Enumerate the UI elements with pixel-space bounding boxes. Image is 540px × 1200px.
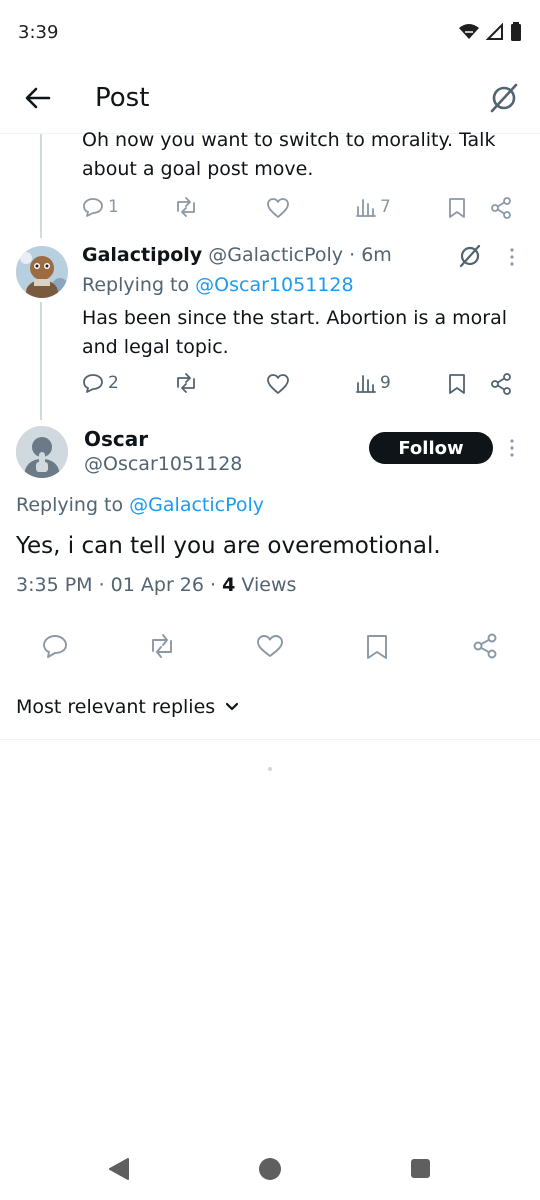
- mention-link[interactable]: @GalacticPoly: [129, 494, 264, 516]
- bookmark-icon: [449, 198, 465, 218]
- replying-prefix: Replying to: [82, 274, 190, 296]
- page-title: Post: [95, 83, 150, 113]
- avatar[interactable]: [16, 246, 68, 298]
- section-divider: [0, 739, 540, 740]
- thread-line: [40, 134, 42, 238]
- more-vertical-icon: [510, 439, 514, 457]
- like-button[interactable]: [266, 197, 290, 219]
- loading-indicator: [268, 767, 272, 771]
- repost-button[interactable]: [174, 373, 198, 393]
- replying-to: Replying to @GalacticPoly: [16, 494, 264, 516]
- post-meta: 3:35 PM · 01 Apr 26 · 4 Views: [16, 574, 296, 596]
- comment-icon: [83, 198, 103, 217]
- views-count: 9: [380, 373, 391, 393]
- share-icon: [491, 373, 511, 395]
- share-icon: [473, 633, 497, 659]
- reply-text: Has been since the start. Abortion is a …: [82, 307, 508, 358]
- heart-icon: [267, 374, 289, 394]
- views-button[interactable]: 7: [356, 197, 391, 217]
- replying-prefix: Replying to: [16, 494, 124, 516]
- more-vertical-icon: [510, 248, 514, 266]
- nav-home-button[interactable]: [259, 1158, 281, 1180]
- replying-to: Replying to @Oscar1051128: [82, 274, 354, 296]
- bookmark-icon: [367, 635, 387, 659]
- chevron-down-icon: [226, 702, 239, 711]
- post-timestamp: 3:35 PM · 01 Apr 26 ·: [16, 574, 217, 596]
- signal-icon: [486, 23, 504, 41]
- grok-icon: [459, 244, 481, 268]
- reply-sort-dropdown[interactable]: Most relevant replies: [16, 696, 239, 718]
- views-count: 4: [222, 574, 236, 596]
- share-button[interactable]: [490, 373, 512, 395]
- battery-icon: [510, 22, 522, 42]
- like-button[interactable]: [266, 373, 290, 395]
- analytics-icon: [356, 375, 376, 393]
- triangle-back-icon: [109, 1158, 129, 1180]
- repost-icon: [177, 197, 195, 217]
- nav-back-button[interactable]: [108, 1157, 130, 1181]
- views-count: 7: [380, 197, 391, 217]
- share-button[interactable]: [490, 197, 512, 219]
- reply-count: 2: [108, 373, 119, 393]
- thread-line: [40, 302, 42, 420]
- repost-icon: [152, 634, 172, 658]
- comment-icon: [43, 635, 67, 658]
- share-button[interactable]: [472, 633, 498, 659]
- reply-button[interactable]: [42, 634, 68, 658]
- back-button[interactable]: [20, 80, 56, 116]
- more-options-button[interactable]: [508, 438, 516, 458]
- analytics-icon: [356, 199, 376, 217]
- author-name[interactable]: Galactipoly: [82, 244, 202, 266]
- sort-label: Most relevant replies: [16, 696, 216, 718]
- wifi-icon: [458, 23, 480, 41]
- grok-icon: [490, 83, 518, 113]
- status-time: 3:39: [18, 22, 59, 43]
- heart-icon: [257, 635, 283, 657]
- arrow-left-icon: [25, 87, 51, 109]
- repost-button[interactable]: [174, 197, 198, 217]
- like-button[interactable]: [256, 634, 284, 658]
- bookmark-button[interactable]: [366, 634, 388, 660]
- views-button[interactable]: 9: [356, 373, 391, 393]
- repost-icon: [177, 373, 195, 393]
- repost-button[interactable]: [148, 634, 176, 658]
- reply-count: 1: [108, 197, 119, 217]
- author-handle[interactable]: @GalacticPoly: [208, 244, 343, 266]
- follow-button[interactable]: Follow: [369, 432, 493, 464]
- status-icons: [458, 22, 522, 42]
- bookmark-button[interactable]: [448, 373, 466, 395]
- nav-recents-button[interactable]: [411, 1159, 430, 1178]
- author-name[interactable]: Oscar: [84, 427, 148, 451]
- post-time: · 6m: [349, 244, 392, 266]
- mention-link[interactable]: @Oscar1051128: [195, 274, 353, 296]
- more-options-button[interactable]: [508, 247, 516, 267]
- reply-button[interactable]: 2: [82, 373, 119, 393]
- author-handle[interactable]: @Oscar1051128: [84, 453, 242, 475]
- reply-button[interactable]: 1: [82, 197, 119, 217]
- prev-reply-text: Oh now you want to switch to morality. T…: [82, 129, 496, 180]
- grok-button[interactable]: [486, 80, 522, 116]
- comment-icon: [83, 374, 103, 393]
- heart-icon: [267, 198, 289, 218]
- views-label: Views: [241, 574, 297, 596]
- post-text: Yes, i can tell you are overemotional.: [16, 533, 441, 559]
- grok-button[interactable]: [458, 244, 482, 268]
- bookmark-icon: [449, 374, 465, 394]
- bookmark-button[interactable]: [448, 197, 466, 219]
- avatar[interactable]: [16, 426, 68, 478]
- reply-name-line: Galactipoly @GalacticPoly · 6m: [82, 244, 392, 266]
- share-icon: [491, 197, 511, 219]
